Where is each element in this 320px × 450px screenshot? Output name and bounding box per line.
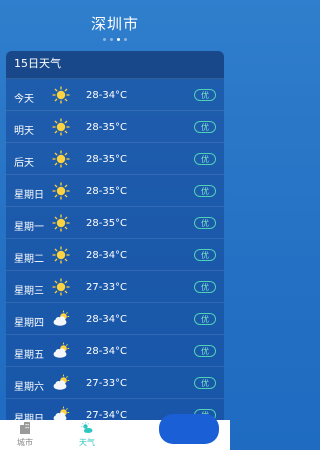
aqi-badge[interactable]: 优 (194, 249, 216, 261)
aqi-badge[interactable]: 优 (194, 313, 216, 325)
forecast-temp: 27-33°C (86, 282, 128, 293)
city-title: 深圳市 (90, 15, 139, 33)
partly-cloudy-icon (52, 342, 70, 360)
forecast-row[interactable]: 后天 28-35°C 优 (6, 143, 224, 175)
page-dot-active (117, 38, 120, 41)
forecast-temp: 27-33°C (86, 378, 128, 389)
tab-city[interactable]: 城市 (5, 420, 45, 450)
floating-button[interactable] (159, 414, 219, 444)
tab-weather-label: 天气 (79, 438, 95, 447)
forecast-card[interactable]: 15日天气 今天 28-34°C 优明天 28-35°C 优后天 28-35°C 优星期日 2… (6, 51, 224, 431)
forecast-day: 星期五 (14, 350, 44, 361)
building-icon (20, 422, 30, 434)
aqi-badge[interactable]: 优 (194, 345, 216, 357)
forecast-row[interactable]: 星期日 28-35°C 优 (6, 175, 224, 207)
forecast-day: 后天 (14, 158, 34, 169)
sunny-icon (52, 246, 70, 264)
page-dot (124, 38, 127, 41)
forecast-row[interactable]: 明天 28-35°C 优 (6, 111, 224, 143)
forecast-day: 星期日 (14, 190, 44, 201)
partly-cloudy-icon (52, 310, 70, 328)
sunny-icon (52, 86, 70, 104)
forecast-row[interactable]: 星期五 28-34°C 优 (6, 335, 224, 367)
forecast-temp: 28-34°C (86, 90, 128, 101)
forecast-temp: 28-35°C (86, 154, 128, 165)
forecast-row[interactable]: 星期四 28-34°C 优 (6, 303, 224, 335)
aqi-badge[interactable]: 优 (194, 377, 216, 389)
aqi-badge[interactable]: 优 (194, 185, 216, 197)
forecast-row[interactable]: 星期三 27-33°C 优 (6, 271, 224, 303)
page-indicator (0, 38, 230, 41)
partly-cloudy-icon (52, 374, 70, 392)
aqi-badge[interactable]: 优 (194, 121, 216, 133)
tab-city-label: 城市 (17, 438, 33, 447)
forecast-day: 星期四 (14, 318, 44, 329)
forecast-row[interactable]: 星期六 27-33°C 优 (6, 367, 224, 399)
forecast-row[interactable]: 星期二 28-34°C 优 (6, 239, 224, 271)
tab-weather[interactable]: 天气 (67, 420, 107, 450)
forecast-temp: 28-35°C (86, 122, 128, 133)
forecast-day: 星期六 (14, 382, 44, 393)
forecast-day: 星期一 (14, 222, 44, 233)
forecast-row[interactable]: 星期一 28-35°C 优 (6, 207, 224, 239)
aqi-badge[interactable]: 优 (194, 217, 216, 229)
forecast-card-title: 15日天气 (6, 51, 224, 79)
forecast-day: 今天 (14, 94, 34, 105)
forecast-temp: 28-34°C (86, 346, 128, 357)
sunny-icon (52, 182, 70, 200)
weather-icon (81, 422, 93, 433)
page-dot (110, 38, 113, 41)
aqi-badge[interactable]: 优 (194, 89, 216, 101)
forecast-temp: 28-35°C (86, 218, 128, 229)
sunny-icon (52, 150, 70, 168)
forecast-day: 星期二 (14, 254, 44, 265)
sunny-icon (52, 278, 70, 296)
forecast-day: 星期三 (14, 286, 44, 297)
sunny-icon (52, 118, 70, 136)
forecast-row[interactable]: 今天 28-34°C 优 (6, 79, 224, 111)
page-dot (103, 38, 106, 41)
forecast-day: 明天 (14, 126, 34, 137)
aqi-badge[interactable]: 优 (194, 153, 216, 165)
forecast-temp: 28-34°C (86, 250, 128, 261)
sunny-icon (52, 214, 70, 232)
forecast-temp: 28-34°C (86, 314, 128, 325)
header: 深圳市 (0, 0, 230, 44)
aqi-badge[interactable]: 优 (194, 281, 216, 293)
forecast-temp: 28-35°C (86, 186, 128, 197)
